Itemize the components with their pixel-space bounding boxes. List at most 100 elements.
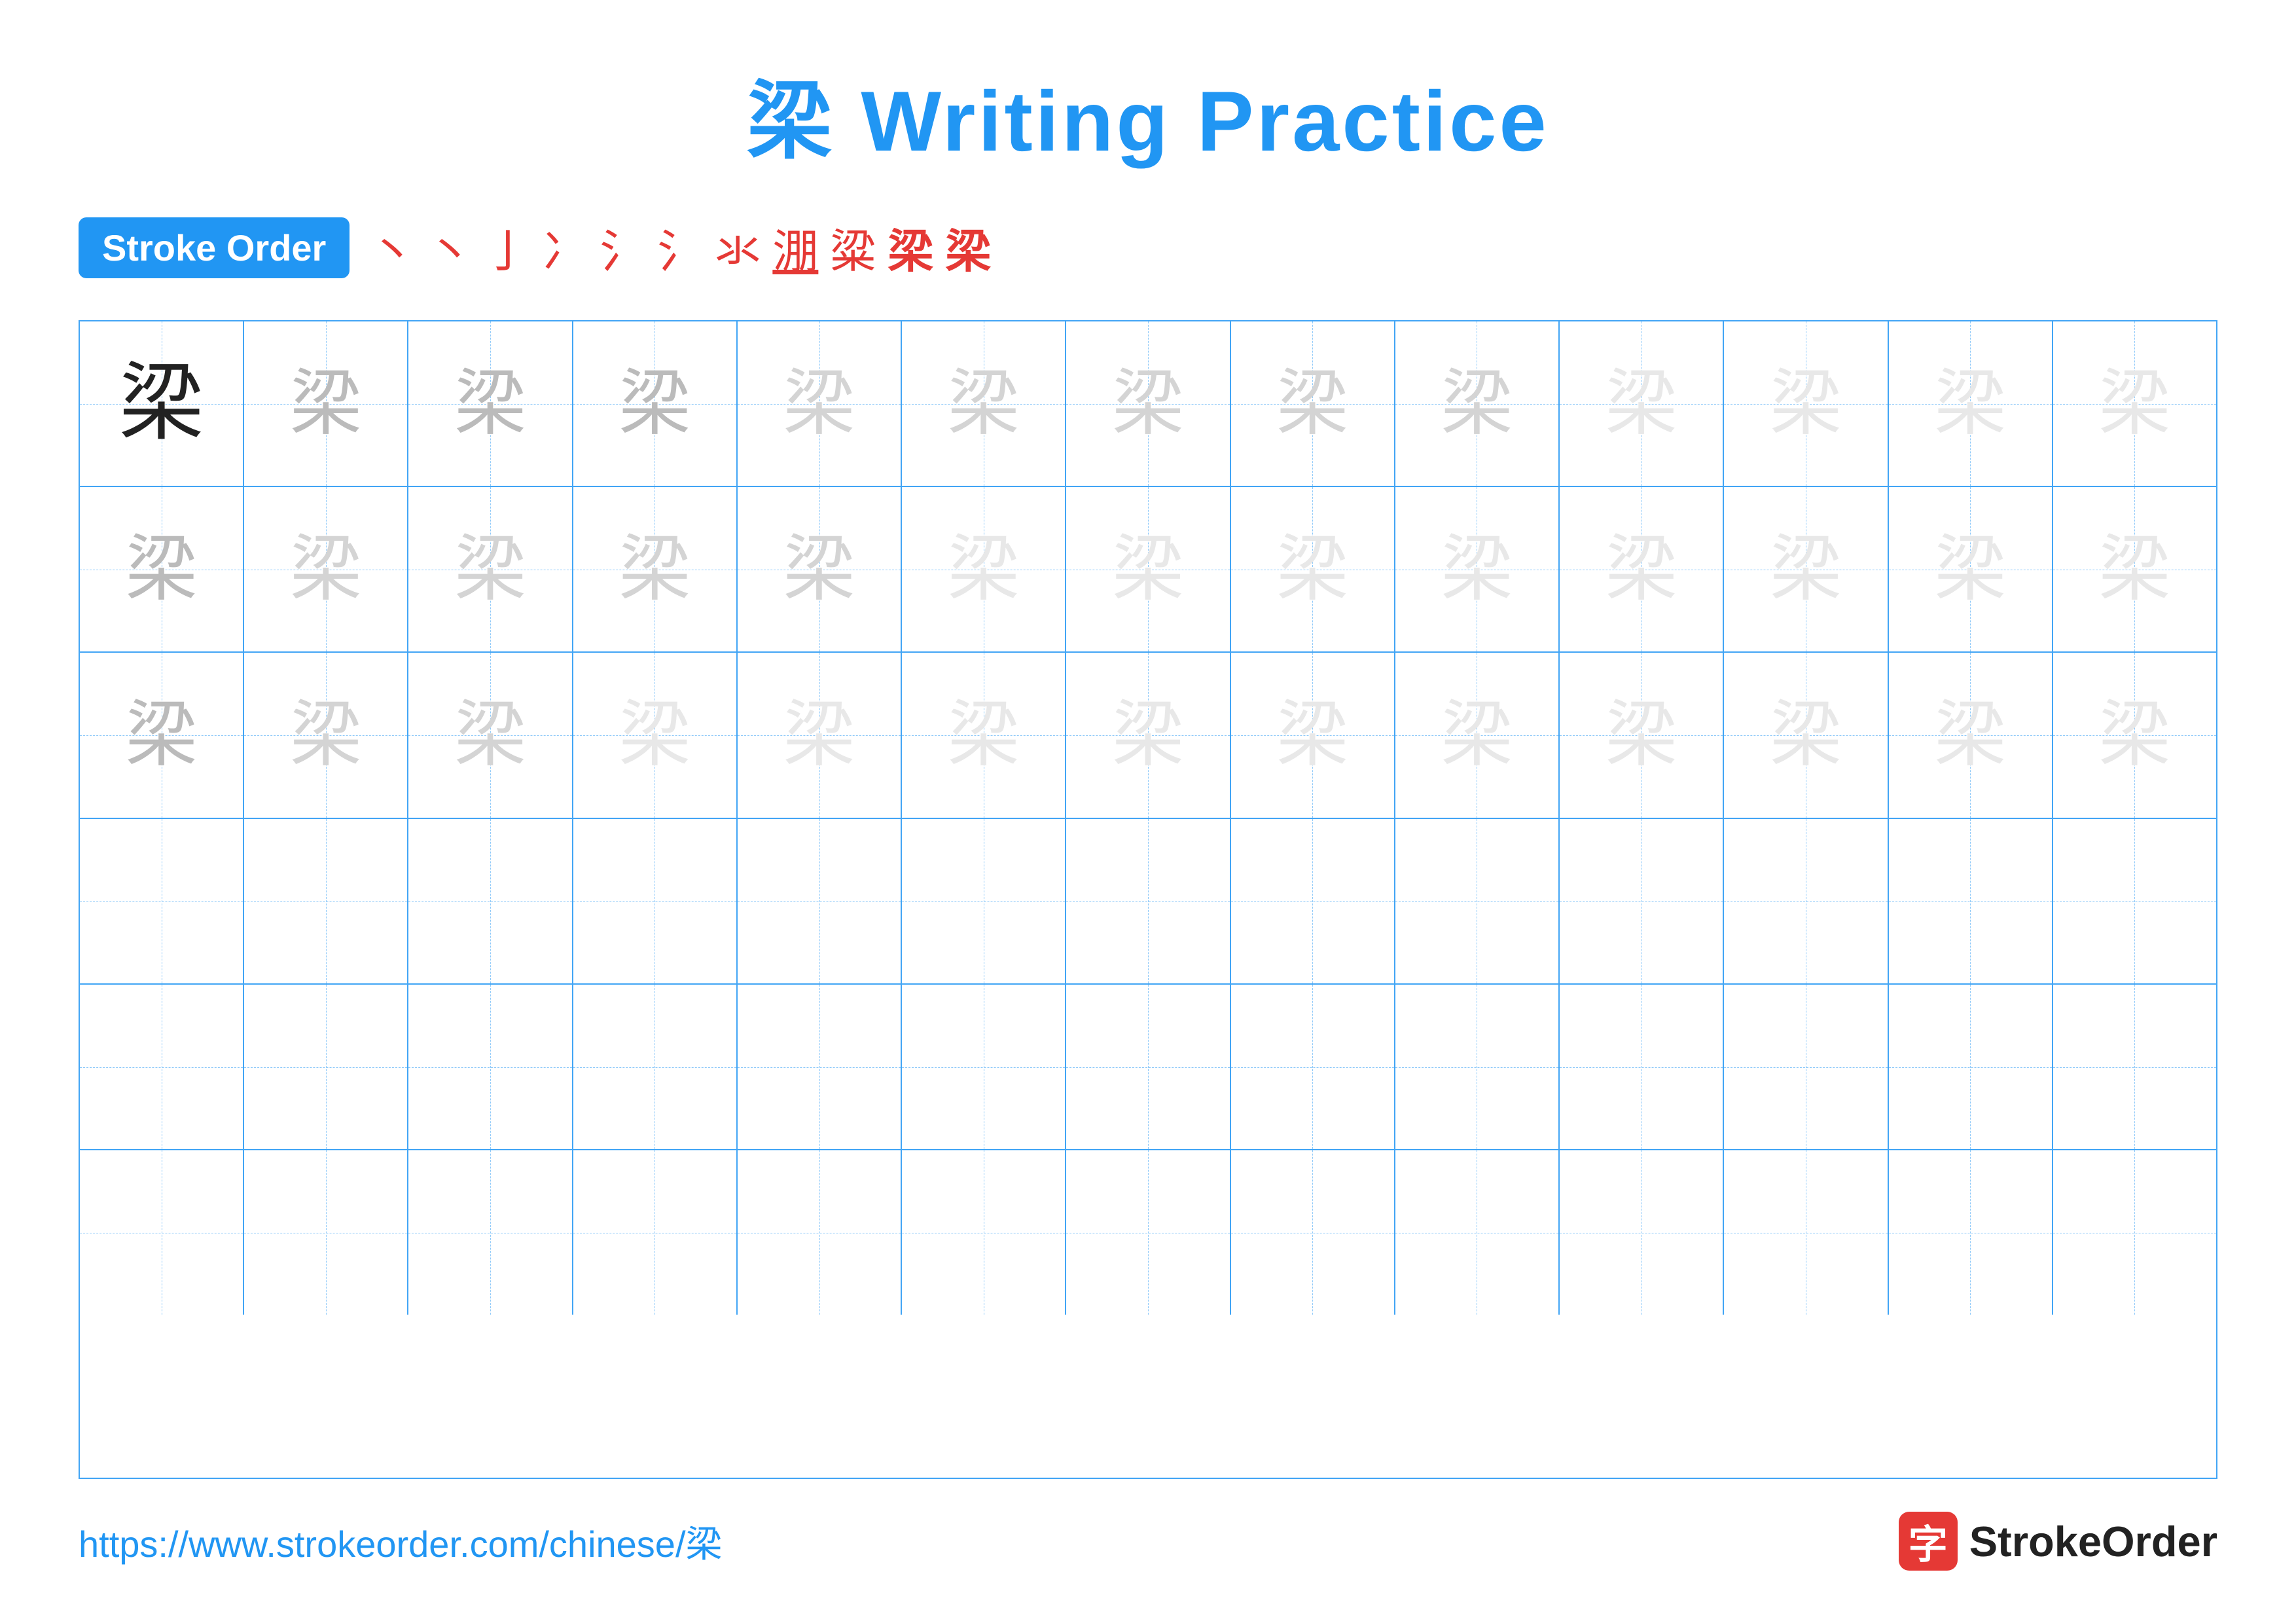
cell-r2-c10[interactable]: 梁 [1560,487,1724,651]
cell-r1-c10[interactable]: 梁 [1560,321,1724,486]
cell-r1-c5[interactable]: 梁 [738,321,902,486]
cell-r2-c11[interactable]: 梁 [1724,487,1888,651]
cell-r4-c5[interactable] [738,819,902,983]
footer: https://www.strokeorder.com/chinese/梁 字 … [79,1512,2217,1571]
stroke-sequence: 丶 丶 亅 冫 氵 氵 氺 淜 粱 梁 梁 [369,215,991,281]
cell-r3-c8[interactable]: 梁 [1231,653,1395,817]
cell-r1-c11[interactable]: 梁 [1724,321,1888,486]
cell-r3-c6[interactable]: 梁 [902,653,1066,817]
cell-r2-c4[interactable]: 梁 [573,487,738,651]
char-display: 梁 [290,368,362,440]
cell-r6-c11[interactable] [1724,1150,1888,1315]
cell-r5-c11[interactable] [1724,985,1888,1149]
cell-r6-c6[interactable] [902,1150,1066,1315]
cell-r3-c5[interactable]: 梁 [738,653,902,817]
cell-r3-c11[interactable]: 梁 [1724,653,1888,817]
grid-row-4 [80,819,2216,985]
cell-r2-c6[interactable]: 梁 [902,487,1066,651]
cell-r2-c12[interactable]: 梁 [1889,487,2053,651]
cell-r5-c3[interactable] [408,985,573,1149]
cell-r1-c3[interactable]: 梁 [408,321,573,486]
cell-r1-c4[interactable]: 梁 [573,321,738,486]
cell-r2-c13[interactable]: 梁 [2053,487,2216,651]
cell-r4-c4[interactable] [573,819,738,983]
stroke-step-10: 梁 [888,215,933,281]
cell-r3-c1[interactable]: 梁 [80,653,244,817]
cell-r4-c11[interactable] [1724,819,1888,983]
cell-r2-c3[interactable]: 梁 [408,487,573,651]
cell-r3-c7[interactable]: 梁 [1066,653,1230,817]
cell-r5-c2[interactable] [244,985,408,1149]
cell-r6-c9[interactable] [1395,1150,1560,1315]
cell-r6-c13[interactable] [2053,1150,2216,1315]
cell-r5-c6[interactable] [902,985,1066,1149]
cell-r6-c3[interactable] [408,1150,573,1315]
char-display: 梁 [783,534,855,606]
cell-r4-c10[interactable] [1560,819,1724,983]
cell-r5-c13[interactable] [2053,985,2216,1149]
cell-r6-c7[interactable] [1066,1150,1230,1315]
stroke-step-6: 氵 [657,215,703,281]
char-display: 梁 [1112,368,1184,440]
cell-r1-c2[interactable]: 梁 [244,321,408,486]
stroke-step-5: 氵 [600,215,645,281]
cell-r2-c9[interactable]: 梁 [1395,487,1560,651]
cell-r5-c7[interactable] [1066,985,1230,1149]
cell-r4-c12[interactable] [1889,819,2053,983]
cell-r2-c8[interactable]: 梁 [1231,487,1395,651]
cell-r4-c8[interactable] [1231,819,1395,983]
title-char: 梁 [747,73,834,169]
cell-r6-c8[interactable] [1231,1150,1395,1315]
stroke-order-badge: Stroke Order [79,217,350,278]
cell-r3-c13[interactable]: 梁 [2053,653,2216,817]
cell-r1-c6[interactable]: 梁 [902,321,1066,486]
cell-r4-c9[interactable] [1395,819,1560,983]
cell-r6-c5[interactable] [738,1150,902,1315]
cell-r1-c12[interactable]: 梁 [1889,321,2053,486]
stroke-step-7: 氺 [715,215,761,281]
char-display: 梁 [1934,368,2006,440]
cell-r2-c2[interactable]: 梁 [244,487,408,651]
cell-r6-c12[interactable] [1889,1150,2053,1315]
cell-r1-c9[interactable]: 梁 [1395,321,1560,486]
cell-r5-c12[interactable] [1889,985,2053,1149]
cell-r4-c3[interactable] [408,819,573,983]
char-display: 梁 [1605,699,1677,771]
cell-r2-c7[interactable]: 梁 [1066,487,1230,651]
cell-r2-c1[interactable]: 梁 [80,487,244,651]
cell-r4-c1[interactable] [80,819,244,983]
cell-r6-c10[interactable] [1560,1150,1724,1315]
char-display: 梁 [1441,368,1513,440]
cell-r3-c2[interactable]: 梁 [244,653,408,817]
cell-r1-c8[interactable]: 梁 [1231,321,1395,486]
footer-logo: 字 StrokeOrder [1899,1512,2217,1571]
cell-r3-c12[interactable]: 梁 [1889,653,2053,817]
cell-r3-c3[interactable]: 梁 [408,653,573,817]
cell-r3-c4[interactable]: 梁 [573,653,738,817]
cell-r5-c9[interactable] [1395,985,1560,1149]
cell-r4-c2[interactable] [244,819,408,983]
cell-r5-c8[interactable] [1231,985,1395,1149]
cell-r3-c10[interactable]: 梁 [1560,653,1724,817]
char-display: 梁 [1770,534,1842,606]
stroke-step-2: 丶 [427,215,473,281]
cell-r4-c6[interactable] [902,819,1066,983]
cell-r4-c7[interactable] [1066,819,1230,983]
char-display: 梁 [619,534,691,606]
page-title: 梁 Writing Practice [747,52,1549,175]
cell-r1-c1[interactable]: 梁 [80,321,244,486]
cell-r1-c7[interactable]: 梁 [1066,321,1230,486]
cell-r5-c10[interactable] [1560,985,1724,1149]
cell-r4-c13[interactable] [2053,819,2216,983]
cell-r6-c4[interactable] [573,1150,738,1315]
cell-r5-c4[interactable] [573,985,738,1149]
cell-r2-c5[interactable]: 梁 [738,487,902,651]
cell-r5-c1[interactable] [80,985,244,1149]
cell-r6-c2[interactable] [244,1150,408,1315]
cell-r5-c5[interactable] [738,985,902,1149]
char-display: 梁 [948,368,1020,440]
cell-r6-c1[interactable] [80,1150,244,1315]
cell-r1-c13[interactable]: 梁 [2053,321,2216,486]
footer-link[interactable]: https://www.strokeorder.com/chinese/梁 [79,1515,723,1568]
cell-r3-c9[interactable]: 梁 [1395,653,1560,817]
